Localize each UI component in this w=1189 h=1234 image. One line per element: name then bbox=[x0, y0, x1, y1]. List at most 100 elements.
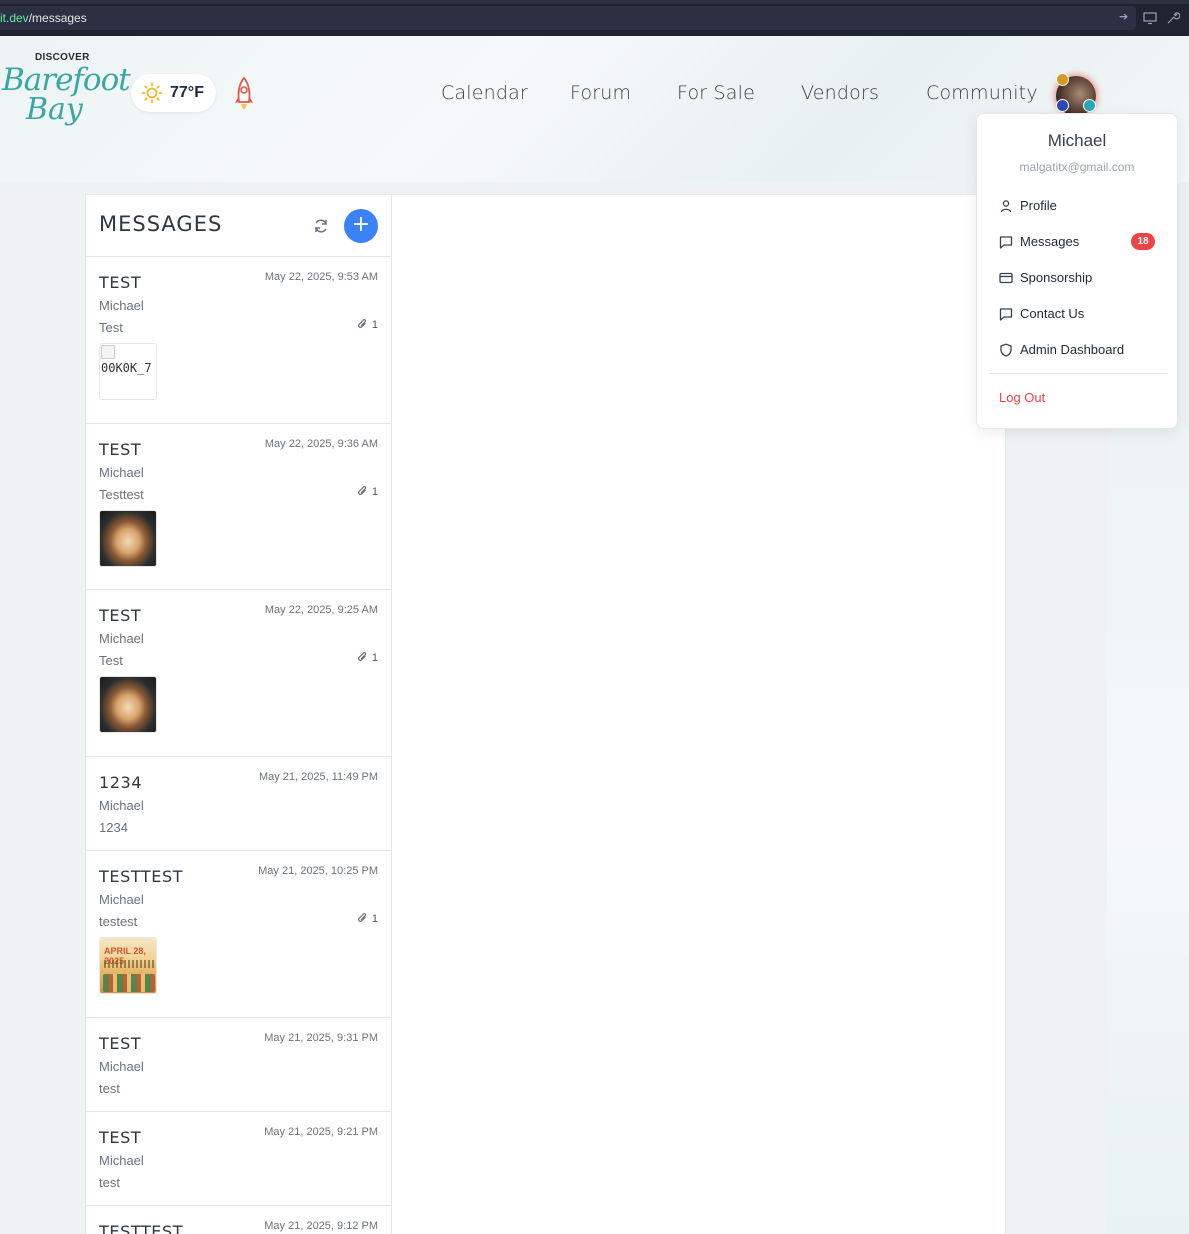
monitor-icon[interactable] bbox=[1143, 11, 1157, 25]
message-item[interactable]: TEST May 21, 2025, 9:21 PM Michael test bbox=[86, 1112, 392, 1206]
attachment-count-value: 1 bbox=[371, 913, 378, 925]
message-item[interactable]: TESTTEST May 21, 2025, 9:12 PM bbox=[86, 1206, 392, 1234]
attachment-count: 1 bbox=[357, 318, 378, 331]
background-strip bbox=[1107, 429, 1189, 1234]
paperclip-icon bbox=[357, 913, 367, 922]
message-sender: Michael bbox=[99, 1153, 144, 1168]
chat-icon bbox=[999, 308, 1013, 321]
attachment-count-value: 1 bbox=[371, 319, 378, 331]
menu-item-label: Contact Us bbox=[1020, 306, 1085, 321]
message-preview: Test bbox=[99, 653, 123, 668]
message-item[interactable]: TEST May 22, 2025, 9:25 AM Michael Test … bbox=[86, 590, 392, 757]
rocket-icon[interactable] bbox=[232, 76, 256, 116]
url-domain: it.dev bbox=[0, 11, 29, 25]
attachment-count-value: 1 bbox=[371, 486, 378, 498]
nav-for-sale[interactable]: For Sale bbox=[677, 82, 755, 104]
message-item[interactable]: TEST May 21, 2025, 9:31 PM Michael test bbox=[86, 1018, 392, 1112]
user-email: malgatitx@gmail.com bbox=[1019, 160, 1135, 174]
message-preview: 1234 bbox=[99, 820, 128, 835]
message-subject: 1234 bbox=[99, 773, 143, 792]
attachment-thumbnail[interactable]: APRIL 28, 2025 bbox=[99, 937, 157, 994]
message-date: May 21, 2025, 9:21 PM bbox=[264, 1126, 378, 1138]
wrench-icon[interactable] bbox=[1166, 11, 1180, 25]
message-date: May 21, 2025, 9:31 PM bbox=[264, 1032, 378, 1044]
user-menu: Michael malgatitx@gmail.com Profile Mess… bbox=[976, 113, 1178, 429]
new-message-button[interactable]: + bbox=[344, 209, 378, 243]
shield-icon bbox=[1000, 343, 1012, 357]
message-subject: TEST bbox=[99, 606, 142, 625]
menu-item-admin[interactable]: Admin Dashboard bbox=[999, 338, 1159, 362]
message-sender: Michael bbox=[99, 298, 144, 313]
message-subject: TEST bbox=[99, 440, 142, 459]
poster-illustration bbox=[103, 974, 155, 992]
message-subject: TEST bbox=[99, 273, 142, 292]
message-item[interactable]: TEST May 22, 2025, 9:36 AM Michael Testt… bbox=[86, 424, 392, 590]
message-preview: Testtest bbox=[99, 487, 144, 502]
chat-icon bbox=[999, 236, 1013, 249]
palm-badge-icon bbox=[1083, 99, 1096, 112]
message-date: May 22, 2025, 9:36 AM bbox=[264, 438, 378, 450]
go-arrow-icon[interactable]: ➔ bbox=[1119, 10, 1128, 23]
user-icon bbox=[1000, 200, 1012, 213]
nav-calendar[interactable]: Calendar bbox=[441, 82, 528, 104]
message-subject: TESTTEST bbox=[99, 867, 184, 886]
message-list: MESSAGES + TEST May 22, 2025, 9:53 AM Mi… bbox=[86, 195, 392, 1234]
weather-temp: 77°F bbox=[170, 84, 204, 101]
message-sender: Michael bbox=[99, 798, 144, 813]
broken-image-alt: 00K0K_7 bbox=[101, 361, 152, 375]
attachment-thumbnail[interactable] bbox=[99, 676, 157, 733]
attachment-count-value: 1 bbox=[371, 652, 378, 664]
nav-forum[interactable]: Forum bbox=[570, 82, 631, 104]
message-item[interactable]: TEST May 22, 2025, 9:53 AM Michael Test … bbox=[86, 257, 392, 424]
browser-tab-strip bbox=[0, 0, 1189, 4]
site-logo[interactable]: DISCOVER Barefoot Bay bbox=[2, 50, 131, 130]
nav-vendors[interactable]: Vendors bbox=[801, 82, 879, 104]
level-badge-icon bbox=[1056, 73, 1069, 86]
messages-panel: MESSAGES + TEST May 22, 2025, 9:53 AM Mi… bbox=[85, 194, 1006, 1234]
menu-item-profile[interactable]: Profile bbox=[999, 194, 1159, 218]
attachment-thumbnail[interactable]: 00K0K_7 bbox=[99, 343, 157, 400]
message-preview: test bbox=[99, 1081, 120, 1096]
attachment-count: 1 bbox=[357, 651, 378, 664]
message-date: May 21, 2025, 10:25 PM bbox=[258, 865, 378, 877]
address-field[interactable] bbox=[0, 6, 1136, 30]
paperclip-icon bbox=[357, 652, 367, 661]
menu-item-label: Profile bbox=[1020, 198, 1057, 213]
message-date: May 22, 2025, 9:25 AM bbox=[264, 604, 378, 616]
shield-badge-icon bbox=[1056, 99, 1069, 112]
attachment-thumbnail[interactable] bbox=[99, 510, 157, 567]
message-sender: Michael bbox=[99, 465, 144, 480]
logo-bay: Bay bbox=[26, 92, 83, 127]
address-text[interactable]: it.dev/messages bbox=[0, 11, 87, 25]
card-icon bbox=[999, 272, 1013, 284]
menu-item-label: Admin Dashboard bbox=[1020, 342, 1125, 357]
user-name: Michael bbox=[1047, 131, 1107, 150]
message-preview: testest bbox=[99, 914, 138, 929]
message-subject: TEST bbox=[99, 1034, 142, 1053]
weather-widget[interactable]: 77°F bbox=[131, 74, 216, 112]
message-date: May 21, 2025, 11:49 PM bbox=[258, 771, 378, 783]
message-item[interactable]: 1234 May 21, 2025, 11:49 PM Michael 1234 bbox=[86, 757, 392, 851]
menu-item-label: Sponsorship bbox=[1020, 270, 1093, 285]
broken-image-icon bbox=[101, 345, 115, 359]
message-item[interactable]: TESTTEST May 21, 2025, 10:25 PM Michael … bbox=[86, 851, 392, 1018]
browser-url-bar: it.dev/messages ➔ bbox=[0, 0, 1189, 36]
message-date: May 21, 2025, 9:12 PM bbox=[264, 1220, 378, 1232]
message-list-header: MESSAGES + bbox=[86, 195, 392, 257]
message-sender: Michael bbox=[99, 1059, 144, 1074]
menu-divider bbox=[989, 373, 1167, 374]
message-subject: TESTTEST bbox=[99, 1222, 184, 1234]
message-subject: TEST bbox=[99, 1128, 142, 1147]
messages-count-badge: 18 bbox=[1131, 233, 1155, 250]
attachment-count: 1 bbox=[357, 912, 378, 925]
menu-item-sponsorship[interactable]: Sponsorship bbox=[999, 266, 1159, 290]
menu-item-contact[interactable]: Contact Us bbox=[999, 302, 1159, 326]
nav-community[interactable]: Community bbox=[926, 82, 1038, 104]
message-preview: Test bbox=[99, 320, 123, 335]
refresh-icon[interactable] bbox=[312, 217, 330, 235]
logout-button[interactable]: Log Out bbox=[999, 390, 1045, 405]
url-path: /messages bbox=[28, 11, 87, 25]
menu-item-label: Messages bbox=[1020, 234, 1080, 249]
attachment-count: 1 bbox=[357, 485, 378, 498]
page-title: MESSAGES bbox=[99, 212, 223, 236]
